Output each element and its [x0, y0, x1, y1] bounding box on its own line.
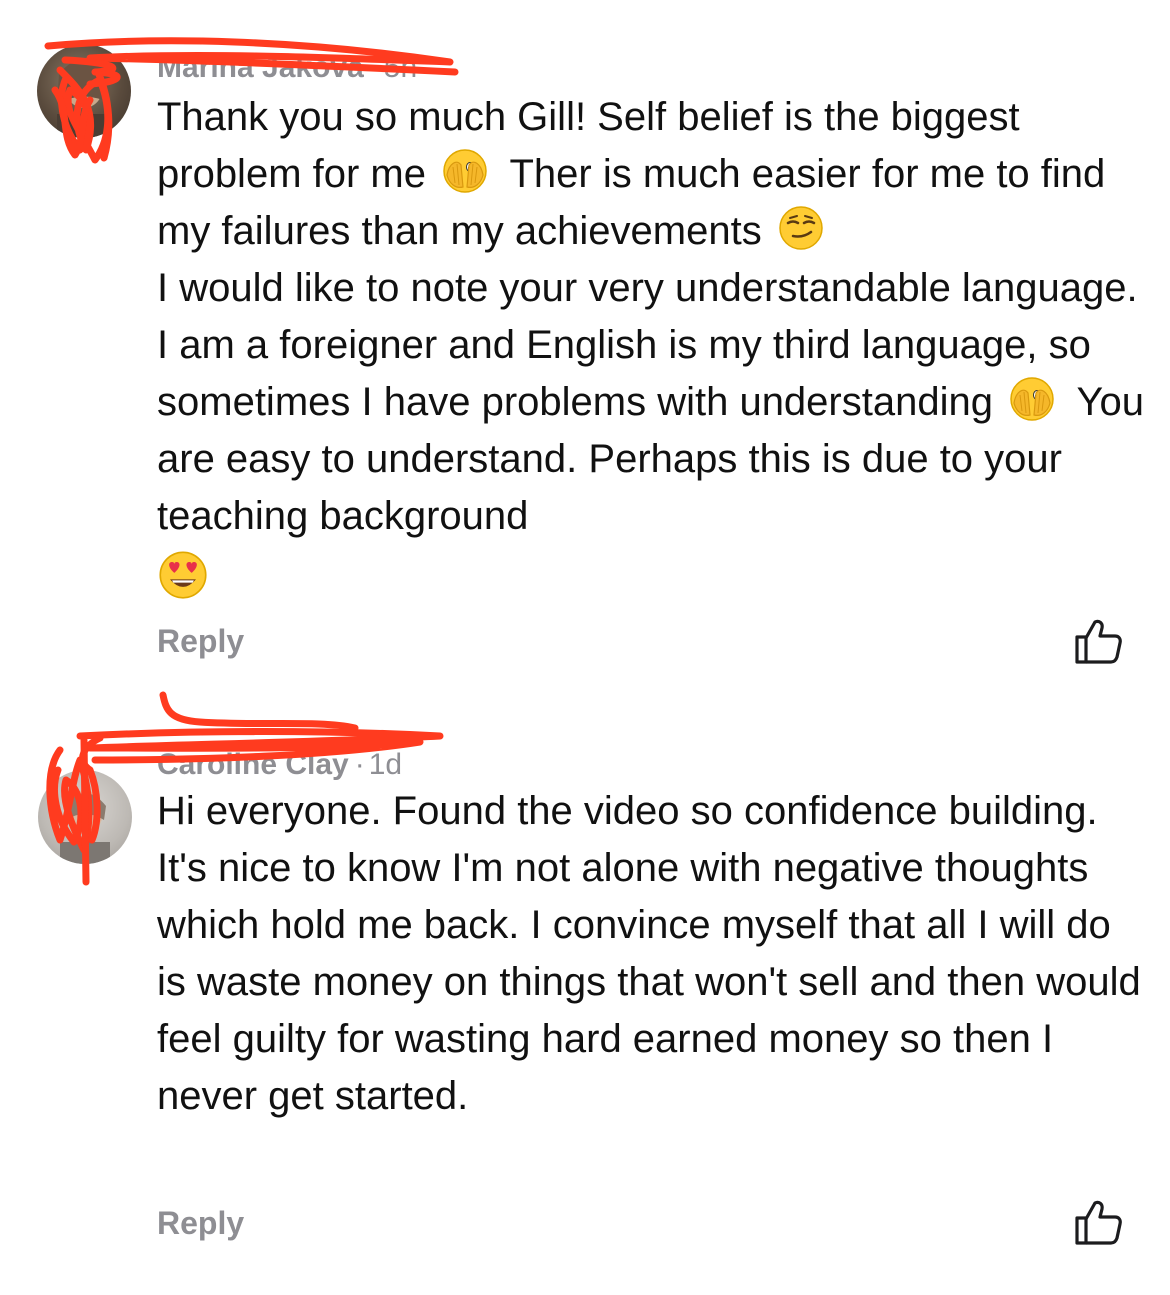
smirking-face-icon	[779, 206, 823, 250]
comment-paragraph: I would like to note your very understan…	[157, 260, 1147, 601]
reply-button[interactable]: Reply	[157, 1205, 244, 1242]
comment-paragraph: Hi everyone. Found the video so confiden…	[157, 789, 1141, 1118]
face-with-hand-over-mouth-icon	[443, 149, 487, 193]
comment-text-segment: I would like to note your very understan…	[157, 266, 1138, 424]
comment-item: Marina Jakova · 5h Thank you so much Gill!…	[0, 0, 1170, 690]
separator-dot: ·	[354, 748, 365, 781]
timestamp: 5h	[383, 51, 418, 84]
avatar-photo	[60, 790, 110, 864]
avatar[interactable]	[38, 770, 132, 864]
separator-dot: ·	[369, 51, 380, 84]
comment-meta: Caroline Clay · 1d	[157, 745, 402, 785]
heart-eyes-icon	[159, 551, 207, 599]
thumbs-up-icon[interactable]	[1073, 617, 1123, 665]
comment-body: Hi everyone. Found the video so confiden…	[157, 783, 1147, 1125]
comment-meta: Marina Jakova · 5h	[157, 48, 417, 88]
face-with-hand-over-mouth-icon	[1010, 377, 1054, 421]
author-name[interactable]: Caroline Clay	[157, 745, 349, 785]
thumbs-up-icon[interactable]	[1073, 1198, 1123, 1246]
reply-button[interactable]: Reply	[157, 623, 244, 660]
comment-paragraph: Thank you so much Gill! Self belief is t…	[157, 89, 1147, 260]
avatar-photo	[57, 59, 111, 138]
author-name[interactable]: Marina Jakova	[157, 48, 364, 88]
avatar[interactable]	[37, 44, 131, 138]
timestamp: 1d	[368, 748, 403, 781]
comment-item: Caroline Clay · 1d Hi everyone. Found the …	[0, 690, 1170, 1295]
comment-body: Thank you so much Gill! Self belief is t…	[157, 89, 1147, 601]
